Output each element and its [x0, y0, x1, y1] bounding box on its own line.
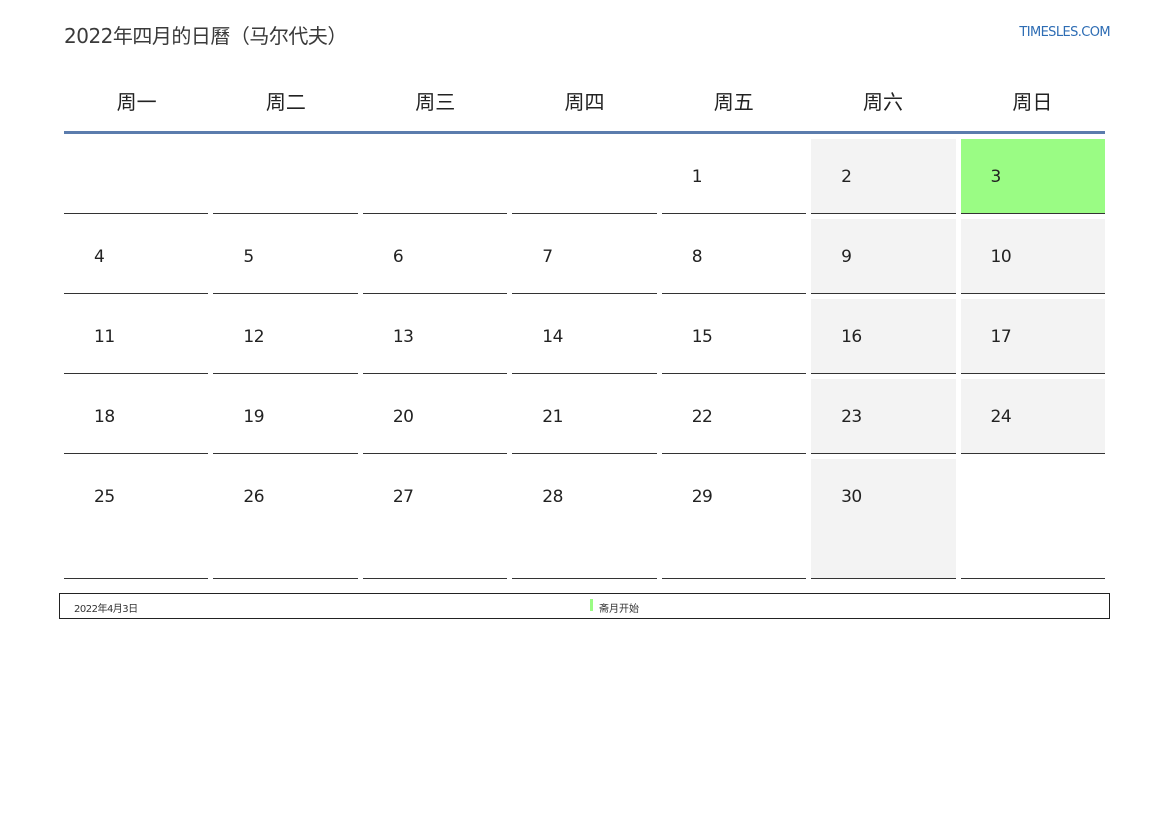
day-number: 12 — [243, 327, 265, 347]
day-cell[interactable]: 18 — [64, 379, 209, 454]
day-number: 6 — [392, 247, 404, 267]
day-number: 26 — [243, 487, 265, 507]
day-number: 1 — [691, 167, 703, 187]
day-cell — [512, 139, 657, 214]
calendar-title: 2022年四月的日曆（马尔代夫） — [64, 24, 347, 48]
day-number: 24 — [990, 407, 1012, 427]
day-cell[interactable]: 5 — [213, 219, 358, 294]
day-cell-weekend[interactable]: 9 — [811, 219, 956, 294]
weekday-header: 周一 周二 周三 周四 周五 周六 周日 — [62, 86, 1107, 116]
day-cell-weekend[interactable]: 16 — [811, 299, 956, 374]
day-cell[interactable]: 4 — [64, 219, 209, 294]
day-number: 7 — [542, 247, 553, 267]
day-cell[interactable]: 25 — [64, 459, 209, 579]
day-cell-weekend[interactable]: 23 — [811, 379, 956, 454]
holiday-color-swatch — [590, 599, 593, 611]
day-cell-weekend[interactable]: 10 — [960, 219, 1105, 294]
day-cell — [64, 139, 209, 214]
day-cell[interactable]: 14 — [512, 299, 657, 374]
weekday-label: 周四 — [564, 90, 605, 114]
week-row: 25 26 27 28 29 30 — [64, 459, 1105, 579]
day-number: 30 — [841, 487, 862, 507]
day-cell[interactable]: 15 — [661, 299, 807, 374]
day-number: 20 — [392, 407, 414, 427]
day-cell — [213, 139, 358, 214]
legend-date: 2022年4月3日 — [74, 604, 138, 615]
day-number: 25 — [94, 487, 115, 507]
day-number: 23 — [841, 407, 862, 427]
day-number: 5 — [243, 247, 254, 267]
day-number: 9 — [841, 247, 852, 267]
day-cell[interactable]: 22 — [661, 379, 807, 454]
day-number: 13 — [392, 327, 414, 347]
day-cell[interactable]: 26 — [213, 459, 358, 579]
weekday-label: 周日 — [1012, 90, 1053, 114]
day-cell[interactable]: 8 — [661, 219, 807, 294]
day-cell[interactable]: 11 — [64, 299, 209, 374]
day-number: 18 — [94, 407, 115, 427]
day-number: 11 — [94, 327, 115, 347]
day-number: 3 — [990, 167, 1002, 187]
day-cell[interactable]: 12 — [213, 299, 358, 374]
day-number: 17 — [990, 327, 1012, 347]
day-number: 10 — [990, 247, 1012, 267]
calendar-grid: 1 2 3 4 5 6 7 8 9 10 11 12 13 14 15 16 1… — [64, 139, 1105, 584]
day-cell[interactable]: 29 — [661, 459, 807, 579]
legend-holiday-name: 斋月开始 — [599, 604, 639, 615]
day-number: 28 — [542, 487, 563, 507]
day-cell[interactable]: 27 — [362, 459, 508, 579]
day-number: 29 — [691, 487, 713, 507]
day-number: 16 — [841, 327, 862, 347]
day-number: 21 — [542, 407, 563, 427]
day-cell-weekend[interactable]: 17 — [960, 299, 1105, 374]
header-divider — [64, 131, 1105, 134]
day-number: 2 — [841, 167, 852, 187]
day-cell — [960, 459, 1105, 579]
day-cell-holiday[interactable]: 3 — [960, 139, 1105, 214]
day-number: 8 — [691, 247, 703, 267]
day-cell[interactable]: 7 — [512, 219, 657, 294]
week-row: 11 12 13 14 15 16 17 — [64, 299, 1105, 374]
day-cell[interactable]: 1 — [661, 139, 807, 214]
day-cell[interactable]: 19 — [213, 379, 358, 454]
day-cell-weekend[interactable]: 30 — [811, 459, 956, 579]
day-number: 19 — [243, 407, 265, 427]
weekday-label: 周一 — [116, 90, 157, 114]
day-cell[interactable]: 21 — [512, 379, 657, 454]
week-row: 18 19 20 21 22 23 24 — [64, 379, 1105, 454]
weekday-label: 周三 — [415, 90, 456, 114]
day-number: 14 — [542, 327, 563, 347]
day-cell[interactable]: 20 — [362, 379, 508, 454]
day-number: 4 — [94, 247, 105, 267]
holiday-legend: 2022年4月3日 斋月开始 — [59, 593, 1110, 619]
week-row: 4 5 6 7 8 9 10 — [64, 219, 1105, 294]
brand-link[interactable]: TIMESLES.COM — [1019, 25, 1110, 40]
day-cell[interactable]: 28 — [512, 459, 657, 579]
weekday-label: 周六 — [863, 90, 904, 114]
day-cell[interactable]: 13 — [362, 299, 508, 374]
day-number: 22 — [691, 407, 713, 427]
day-number: 15 — [691, 327, 713, 347]
day-cell — [362, 139, 508, 214]
day-cell-weekend[interactable]: 2 — [811, 139, 956, 214]
weekday-label: 周二 — [265, 90, 306, 114]
day-cell-weekend[interactable]: 24 — [960, 379, 1105, 454]
weekday-label: 周五 — [713, 90, 754, 114]
day-number: 27 — [392, 487, 414, 507]
day-cell[interactable]: 6 — [362, 219, 508, 294]
week-row: 1 2 3 — [64, 139, 1105, 214]
